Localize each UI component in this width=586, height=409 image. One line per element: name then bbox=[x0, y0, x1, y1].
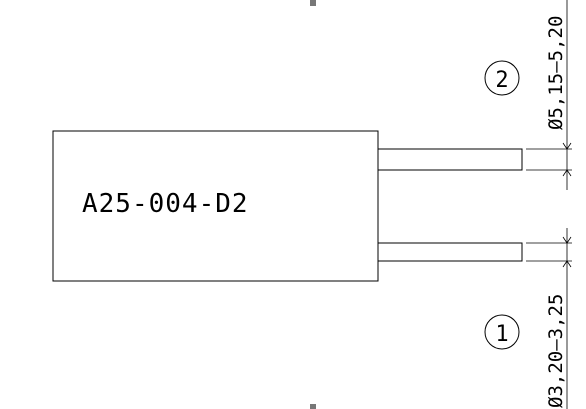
callout-label-1: 1 bbox=[495, 322, 508, 347]
callout-label-2: 2 bbox=[495, 68, 508, 93]
bottom-marker bbox=[310, 404, 316, 409]
top-marker bbox=[310, 0, 316, 6]
drawing-canvas: A25-004-D2 2 1 Ø5,15–5,20 Ø3,20–3,25 bbox=[52, 0, 572, 409]
dim-top-label: Ø5,15–5,20 bbox=[545, 16, 567, 130]
upper-pin bbox=[377, 148, 523, 171]
lower-pin bbox=[377, 242, 523, 262]
part-number-label: A25-004-D2 bbox=[82, 189, 249, 219]
dim-bottom-label: Ø3,20–3,25 bbox=[545, 294, 567, 408]
